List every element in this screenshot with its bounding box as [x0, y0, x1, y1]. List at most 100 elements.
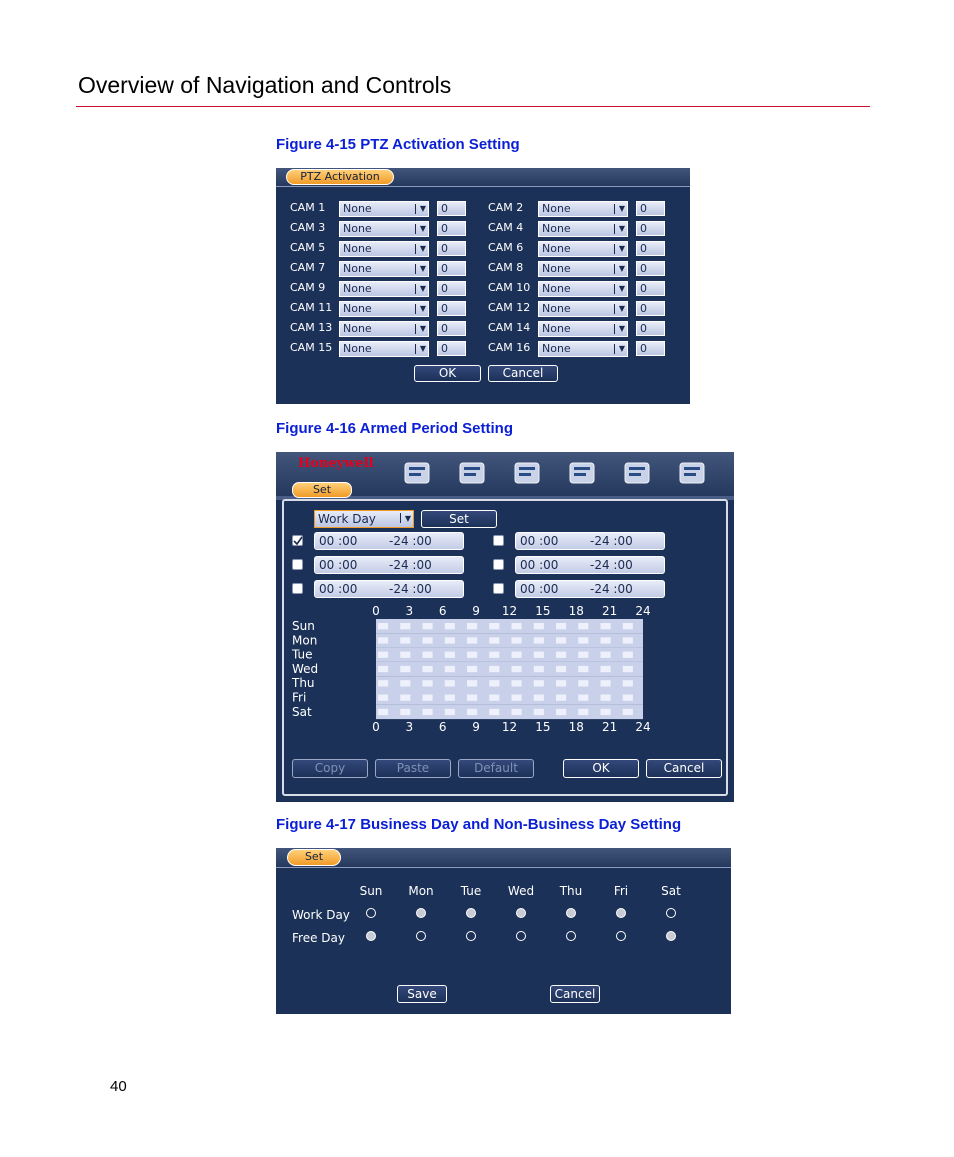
tab-set[interactable]: Set [292, 482, 352, 498]
free-day-radio[interactable] [516, 931, 526, 941]
preset-number-input[interactable]: 0 [636, 281, 665, 296]
free-day-radio[interactable] [666, 931, 676, 941]
header-rule [76, 106, 870, 107]
ptz-type-select[interactable]: None ▼ [538, 261, 628, 277]
work-day-radio[interactable] [416, 908, 426, 918]
free-day-radio[interactable] [466, 931, 476, 941]
free-day-radio[interactable] [566, 931, 576, 941]
free-day-radio[interactable] [616, 931, 626, 941]
chevron-down-icon: ▼ [618, 284, 625, 293]
schedule-slot [422, 623, 433, 630]
ptz-type-select[interactable]: None ▼ [538, 341, 628, 357]
preset-number-input[interactable]: 0 [636, 321, 665, 336]
day-select[interactable]: Work Day ▼ [314, 510, 414, 528]
time-period-field[interactable]: 00 :00 -24 :00 [314, 580, 464, 598]
preset-number-input[interactable]: 0 [437, 201, 466, 216]
ptz-type-select[interactable]: None ▼ [538, 201, 628, 217]
preset-number-input[interactable]: 0 [437, 321, 466, 336]
schedule-slot [511, 651, 522, 658]
preset-number-input[interactable]: 0 [437, 341, 466, 356]
ptz-type-select[interactable]: None ▼ [538, 321, 628, 337]
tab-set[interactable]: Set [287, 849, 341, 866]
preset-number-input[interactable]: 0 [636, 241, 665, 256]
business-day-panel: Set Sun Mon Tue Wed Thu Fri Sat Work Day Free … [276, 848, 731, 1014]
period-checkbox[interactable] [292, 559, 303, 570]
cancel-button[interactable]: Cancel [488, 365, 558, 382]
work-day-radio[interactable] [366, 908, 376, 918]
ptz-type-select[interactable]: None ▼ [538, 281, 628, 297]
ptz-type-select[interactable]: None ▼ [339, 301, 429, 317]
ptz-type-value: None [542, 242, 571, 255]
work-day-radio[interactable] [566, 908, 576, 918]
copy-button[interactable]: Copy [292, 759, 368, 778]
schedule-slot [467, 623, 478, 630]
save-button[interactable]: Save [397, 985, 447, 1003]
ptz-type-select[interactable]: None ▼ [339, 281, 429, 297]
day-label: Sun [292, 619, 315, 633]
time-period-field[interactable]: 00 :00 -24 :00 [314, 532, 464, 550]
tab-ptz-activation[interactable]: PTZ Activation [286, 169, 394, 185]
set-button[interactable]: Set [421, 510, 497, 528]
time-period-field[interactable]: 00 :00 -24 :00 [515, 580, 665, 598]
ptz-type-select[interactable]: None ▼ [339, 261, 429, 277]
tools-icon[interactable] [511, 457, 543, 489]
period-checkbox[interactable] [292, 535, 303, 546]
period-checkbox[interactable] [493, 559, 504, 570]
work-day-radio[interactable] [666, 908, 676, 918]
preset-number-input[interactable]: 0 [437, 221, 466, 236]
cancel-button[interactable]: Cancel [646, 759, 722, 778]
preset-number-input[interactable]: 0 [636, 201, 665, 216]
preset-number-input[interactable]: 0 [636, 341, 665, 356]
schedule-grid[interactable]: SunMonTueWedThuFriSat 0 0 3 3 6 6 9 9 12 12 15 15 18 1… [276, 602, 734, 737]
schedule-slot [578, 680, 589, 687]
preset-number-input[interactable]: 0 [437, 241, 466, 256]
ok-button[interactable]: OK [563, 759, 639, 778]
period-checkbox[interactable] [292, 583, 303, 594]
preset-number-input[interactable]: 0 [636, 301, 665, 316]
ptz-type-select[interactable]: None ▼ [339, 341, 429, 357]
preset-number-input[interactable]: 0 [437, 261, 466, 276]
time-period-field[interactable]: 00 :00 -24 :00 [314, 556, 464, 574]
schedule-slot [578, 708, 589, 716]
ptz-type-select[interactable]: None ▼ [538, 241, 628, 257]
free-day-radio[interactable] [366, 931, 376, 941]
work-day-radio[interactable] [466, 908, 476, 918]
ptz-type-select[interactable]: None ▼ [538, 301, 628, 317]
schedule-slot [600, 665, 611, 673]
search-icon[interactable] [401, 457, 433, 489]
chevron-down-icon: ▼ [618, 224, 625, 233]
period-checkbox[interactable] [493, 583, 504, 594]
ptz-type-value: None [343, 222, 372, 235]
time-period-field[interactable]: 00 :00 -24 :00 [515, 532, 665, 550]
hour-tick-top: 24 [635, 604, 650, 618]
schedule-slot [511, 680, 522, 687]
ptz-type-select[interactable]: None ▼ [339, 241, 429, 257]
book-icon[interactable] [456, 457, 488, 489]
time-period-field[interactable]: 00 :00 -24 :00 [515, 556, 665, 574]
work-day-radio[interactable] [516, 908, 526, 918]
shutdown-icon[interactable] [676, 457, 708, 489]
schedule-slot [511, 708, 522, 716]
paste-button[interactable]: Paste [375, 759, 451, 778]
checklist-icon[interactable] [566, 457, 598, 489]
hour-tick-top: 0 [372, 604, 380, 618]
disk-icon[interactable] [621, 457, 653, 489]
schedule-slot [378, 651, 389, 658]
ptz-type-select[interactable]: None ▼ [339, 201, 429, 217]
schedule-slot [467, 665, 478, 673]
preset-number-input[interactable]: 0 [437, 281, 466, 296]
preset-number-input[interactable]: 0 [636, 261, 665, 276]
free-day-radio[interactable] [416, 931, 426, 941]
ptz-type-select[interactable]: None ▼ [339, 321, 429, 337]
preset-number-input[interactable]: 0 [636, 221, 665, 236]
period-checkbox[interactable] [493, 535, 504, 546]
cancel-button[interactable]: Cancel [550, 985, 600, 1003]
ptz-type-select[interactable]: None ▼ [538, 221, 628, 237]
ok-button[interactable]: OK [414, 365, 481, 382]
preset-number-input[interactable]: 0 [437, 301, 466, 316]
ptz-type-select[interactable]: None ▼ [339, 221, 429, 237]
default-button[interactable]: Default [458, 759, 534, 778]
work-day-radio[interactable] [616, 908, 626, 918]
schedule-slot [467, 694, 478, 701]
ptz-type-value: None [542, 302, 571, 315]
